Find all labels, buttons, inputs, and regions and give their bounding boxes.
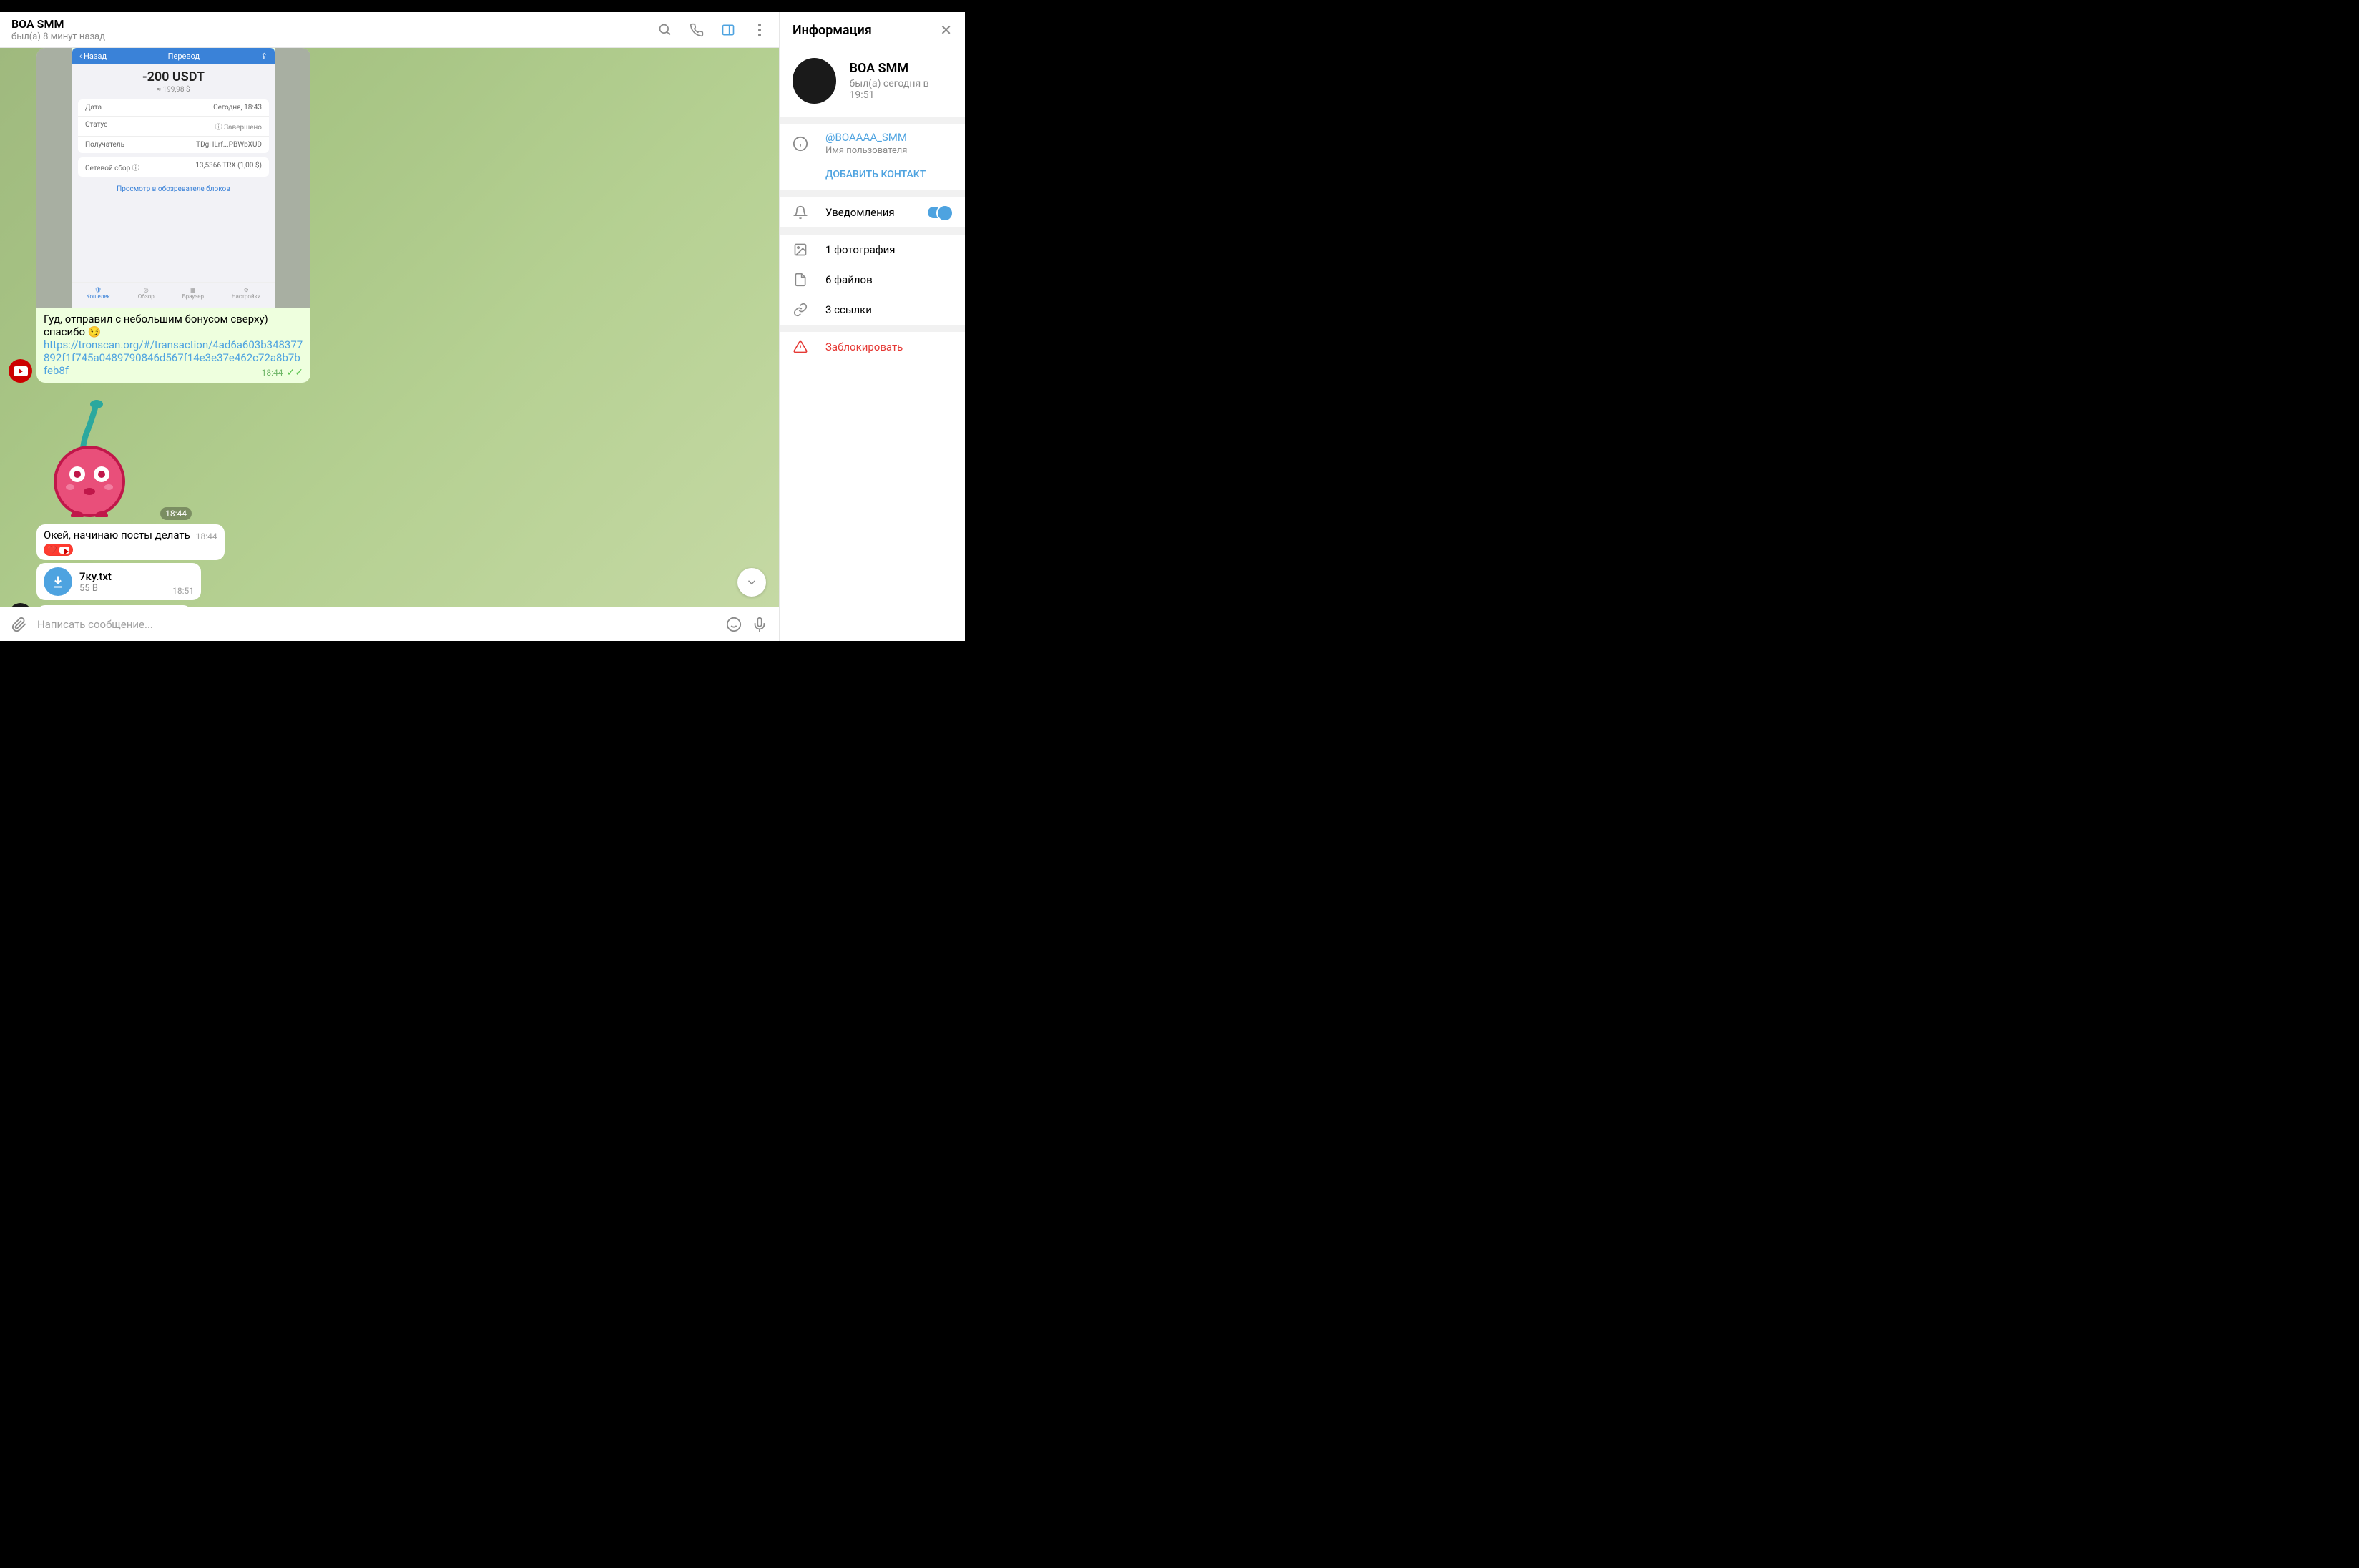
- receipt-approx: ≈ 199,98 $: [72, 86, 275, 94]
- chat-title[interactable]: BOA SMM: [11, 17, 105, 31]
- message-text: Окей, начинаю посты делать: [44, 529, 190, 542]
- chat-header: BOA SMM был(а) 8 минут назад: [0, 12, 779, 48]
- files-row[interactable]: 6 файлов: [780, 265, 965, 295]
- profile-avatar[interactable]: [793, 58, 836, 104]
- sidepanel-icon[interactable]: [720, 22, 736, 38]
- receipt-row-val: Завершено: [224, 124, 262, 132]
- avatar[interactable]: [9, 359, 32, 383]
- notifications-toggle[interactable]: [928, 207, 952, 218]
- file-message[interactable]: 7ку.txt 55 B 18:51: [36, 563, 201, 600]
- block-label: Заблокировать: [825, 340, 903, 353]
- receipt-back: Назад: [84, 52, 107, 61]
- read-checks-icon: ✓✓: [287, 367, 303, 378]
- notifications-row[interactable]: Уведомления: [780, 197, 965, 227]
- files-count: 6 файлов: [825, 273, 873, 286]
- message-list: ‹ Назад Перевод ⇪ -200 USDT ≈ 199,98 $ Д…: [0, 48, 779, 607]
- receipt-amount: -200 USDT: [72, 69, 275, 84]
- reaction[interactable]: ❤️: [44, 544, 73, 556]
- receipt-row-val: 13,5366 TRX (1,00 $): [195, 162, 262, 172]
- youtube-icon: [14, 366, 28, 376]
- links-row[interactable]: 3 ссылки: [780, 295, 965, 325]
- cherry-sticker: [43, 396, 136, 517]
- scroll-down-button[interactable]: [737, 568, 766, 597]
- receipt-tab: Настройки: [232, 293, 261, 300]
- message-bubble[interactable]: так выглядит если что 18:51: [36, 605, 192, 607]
- receipt-tab: Обзор: [138, 293, 155, 300]
- receipt-row-val: TDgHLrf...PBWbXUD: [196, 141, 262, 149]
- more-icon[interactable]: [752, 22, 767, 38]
- file-download-icon[interactable]: [44, 567, 72, 596]
- message-time: 18:51: [172, 586, 194, 596]
- composer: [0, 607, 779, 641]
- receipt-tab: Кошелек: [86, 293, 110, 300]
- receipt-tab: Браузер: [182, 293, 204, 300]
- sticker-message[interactable]: 18:44: [34, 396, 192, 520]
- bell-icon: [793, 205, 808, 220]
- receipt-title: Перевод: [168, 52, 200, 61]
- profile-section[interactable]: BOA SMM был(а) сегодня в 19:51: [780, 48, 965, 117]
- block-row[interactable]: Заблокировать: [780, 332, 965, 362]
- links-count: 3 ссылки: [825, 303, 872, 316]
- chat-last-seen: был(а) 8 минут назад: [11, 31, 105, 42]
- share-icon: ⇪: [261, 52, 268, 61]
- message-time: 18:44: [262, 368, 283, 378]
- profile-name: BOA SMM: [849, 61, 952, 76]
- message-input[interactable]: [37, 618, 716, 631]
- add-contact-button[interactable]: ДОБАВИТЬ КОНТАКТ: [780, 163, 965, 190]
- photos-row[interactable]: 1 фотография: [780, 235, 965, 265]
- close-icon[interactable]: ✕: [940, 21, 952, 39]
- link-icon: [793, 302, 808, 318]
- block-icon: [793, 339, 808, 355]
- message-bubble[interactable]: Окей, начинаю посты делать 18:44 ❤️: [36, 524, 225, 560]
- username-row[interactable]: @BOAAAA_SMM Имя пользователя: [780, 124, 965, 163]
- call-icon[interactable]: [689, 22, 705, 38]
- receipt-row-key: Сетевой сбор: [85, 165, 130, 172]
- message-time: 18:44: [160, 507, 192, 520]
- image-icon: [793, 242, 808, 258]
- receipt-row-val: Сегодня, 18:43: [213, 104, 262, 112]
- youtube-icon: [59, 547, 69, 554]
- receipt-row-key: Получатель: [85, 141, 124, 149]
- emoji-icon[interactable]: [726, 617, 742, 632]
- file-icon: [793, 272, 808, 288]
- info-title: Информация: [793, 23, 872, 38]
- message-image[interactable]: ‹ Назад Перевод ⇪ -200 USDT ≈ 199,98 $ Д…: [36, 48, 310, 308]
- username-label: Имя пользователя: [825, 145, 907, 156]
- search-icon[interactable]: [657, 22, 673, 38]
- receipt-row-key: Дата: [85, 104, 102, 112]
- info-panel: Информация ✕ BOA SMM был(а) сегодня в 19…: [779, 12, 965, 641]
- file-size: 55 B: [79, 583, 160, 594]
- photos-count: 1 фотография: [825, 243, 896, 256]
- message-time: 18:44: [196, 531, 217, 542]
- attach-icon[interactable]: [11, 617, 27, 632]
- avatar[interactable]: [9, 603, 32, 607]
- receipt-explorer-link: Просмотр в обозревателе блоков: [72, 177, 275, 196]
- message-text: Гуд, отправил с небольшим бонусом сверху…: [44, 313, 268, 338]
- profile-status: был(а) сегодня в 19:51: [849, 78, 952, 101]
- username-link[interactable]: @BOAAAA_SMM: [825, 131, 907, 144]
- receipt-row-key: Статус: [85, 121, 107, 132]
- message-bubble[interactable]: Гуд, отправил с небольшим бонусом сверху…: [36, 308, 310, 383]
- info-icon: [793, 136, 808, 152]
- notifications-label: Уведомления: [825, 206, 895, 219]
- file-name: 7ку.txt: [79, 570, 160, 583]
- voice-icon[interactable]: [752, 617, 767, 632]
